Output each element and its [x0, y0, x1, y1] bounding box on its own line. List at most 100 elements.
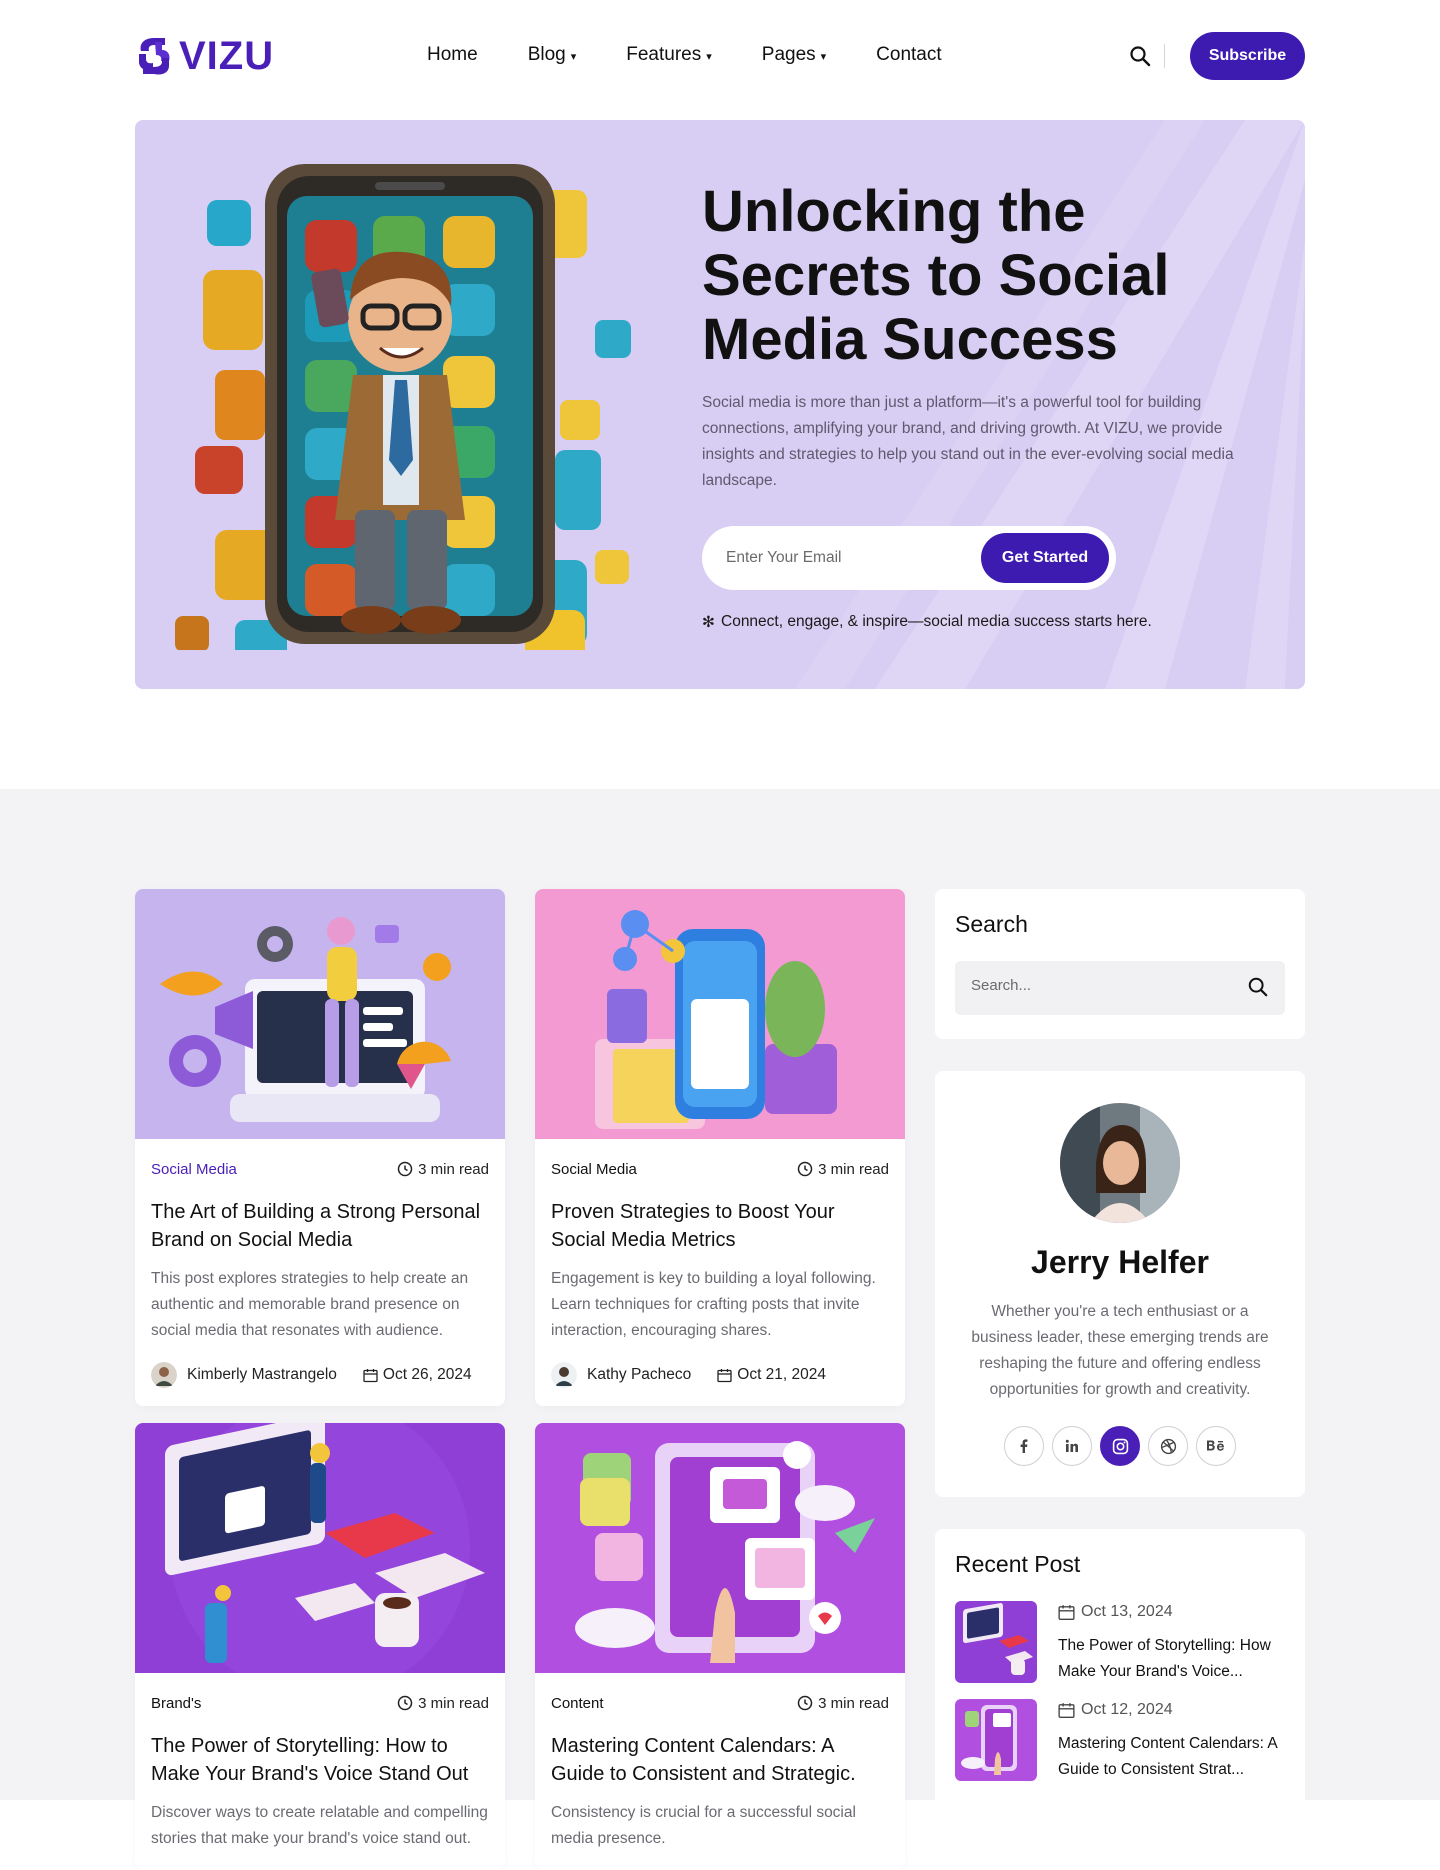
logo[interactable]: VIZU	[135, 36, 274, 76]
chevron-down-icon: ▾	[706, 51, 712, 63]
post-excerpt: Engagement is key to building a loyal fo…	[551, 1270, 876, 1339]
post-meta: Social Media 3 min read	[551, 1160, 889, 1178]
recent-post-thumbnail[interactable]	[955, 1699, 1037, 1781]
nav-pages-label: Pages	[761, 44, 816, 65]
nav-blog[interactable]: Blog ▾	[528, 44, 577, 66]
recent-post-date-label: Oct 12, 2024	[1081, 1701, 1173, 1718]
instagram-icon[interactable]	[1100, 1426, 1140, 1466]
search-widget-title: Search	[955, 911, 1028, 937]
post-footer: Kimberly Mastrangelo Oct 26, 2024	[151, 1362, 489, 1388]
email-signup-form: Get Started	[702, 526, 1116, 590]
post-meta: Social Media 3 min read	[151, 1160, 489, 1178]
post-date-label: Oct 21, 2024	[737, 1366, 827, 1383]
profile-avatar	[1060, 1103, 1180, 1223]
facebook-icon[interactable]	[1004, 1426, 1044, 1466]
email-input[interactable]	[726, 546, 966, 570]
hero-banner: Unlocking the Secrets to Social Media Su…	[135, 120, 1305, 689]
sidebar-search-box	[955, 961, 1285, 1015]
sidebar-search-input[interactable]	[971, 977, 1231, 994]
nav-contact[interactable]: Contact	[876, 44, 941, 66]
linkedin-icon[interactable]	[1052, 1426, 1092, 1466]
post-category[interactable]: Content	[551, 1695, 604, 1712]
author-avatar[interactable]	[551, 1362, 577, 1388]
post-category[interactable]: Social Media	[151, 1161, 237, 1178]
post-card[interactable]: Brand's 3 min read The Power of Storytel…	[135, 1423, 505, 1870]
post-category[interactable]: Brand's	[151, 1695, 201, 1712]
post-card[interactable]: Social Media 3 min read The Art of Build…	[135, 889, 505, 1406]
post-image[interactable]	[135, 889, 505, 1139]
hero-title: Unlocking the Secrets to Social Media Su…	[702, 179, 1170, 372]
clock-icon	[397, 1161, 413, 1177]
read-time: 3 min read	[797, 1161, 889, 1178]
post-date: Oct 26, 2024	[363, 1366, 472, 1384]
search-icon[interactable]	[1128, 44, 1152, 68]
post-excerpt: This post explores strategies to help cr…	[151, 1270, 469, 1339]
post-meta: Content 3 min read	[551, 1694, 889, 1712]
chevron-down-icon: ▾	[570, 51, 577, 63]
post-title[interactable]: The Power of Storytelling: How to Make Y…	[151, 1732, 489, 1788]
calendar-icon	[1058, 1702, 1075, 1718]
post-title[interactable]: The Art of Building a Strong Personal Br…	[151, 1198, 489, 1254]
read-time-label: 3 min read	[418, 1694, 489, 1712]
post-image[interactable]	[535, 889, 905, 1139]
get-started-button[interactable]: Get Started	[981, 533, 1109, 583]
profile-name: Jerry Helfer	[1031, 1244, 1209, 1280]
dribbble-icon[interactable]	[1148, 1426, 1188, 1466]
post-title[interactable]: Proven Strategies to Boost Your Social M…	[551, 1198, 889, 1254]
subscribe-button[interactable]: Subscribe	[1190, 32, 1305, 80]
clock-icon	[397, 1695, 413, 1711]
site-header: VIZU Home Blog ▾ Features ▾ Pages ▾ Contact…	[0, 0, 1440, 112]
hero-description: Social media is more than just a platfor…	[702, 394, 1234, 489]
social-links	[1004, 1426, 1236, 1466]
post-category[interactable]: Social Media	[551, 1161, 637, 1178]
author-name[interactable]: Kathy Pacheco	[587, 1366, 691, 1384]
nav-home[interactable]: Home	[427, 44, 478, 66]
profile-bio: Whether you're a tech enthusiast or a bu…	[971, 1303, 1269, 1398]
nav-pages[interactable]: Pages ▾	[762, 44, 826, 66]
recent-post-item[interactable]: Oct 12, 2024 Mastering Content Calendars…	[955, 1699, 1285, 1781]
nav-blog-label: Blog	[527, 44, 566, 65]
hero-phone-illustration	[175, 164, 631, 650]
logo-text: VIZU	[179, 34, 275, 78]
post-excerpt: Consistency is crucial for a successful …	[551, 1804, 856, 1847]
calendar-icon	[363, 1368, 378, 1382]
recent-post-title[interactable]: Mastering Content Calendars: A Guide to …	[1058, 1731, 1288, 1783]
post-title[interactable]: Mastering Content Calendars: A Guide to …	[551, 1732, 889, 1788]
recent-posts-title: Recent Post	[955, 1551, 1081, 1577]
hero-note: ✻ Connect, engage, & inspire—social medi…	[702, 613, 1152, 632]
post-card[interactable]: Content 3 min read Mastering Content Cal…	[535, 1423, 905, 1870]
hero-note-text: Connect, engage, & inspire—social media …	[721, 613, 1152, 630]
recent-post-date: Oct 12, 2024	[1058, 1701, 1173, 1719]
read-time-label: 3 min read	[818, 1160, 889, 1178]
post-card[interactable]: Social Media 3 min read Proven Strategie…	[535, 889, 905, 1406]
post-meta: Brand's 3 min read	[151, 1694, 489, 1712]
post-date-label: Oct 26, 2024	[382, 1366, 472, 1383]
search-widget: Search	[935, 889, 1305, 1039]
recent-post-item[interactable]: Oct 13, 2024 The Power of Storytelling: …	[955, 1601, 1285, 1683]
recent-post-date: Oct 13, 2024	[1058, 1603, 1173, 1621]
post-excerpt: Discover ways to create relatable and co…	[151, 1804, 488, 1847]
clock-icon	[797, 1695, 813, 1711]
calendar-icon	[1058, 1604, 1075, 1620]
author-avatar[interactable]	[151, 1362, 177, 1388]
nav-contact-label: Contact	[876, 44, 942, 65]
nav-features[interactable]: Features ▾	[626, 44, 712, 66]
read-time: 3 min read	[797, 1695, 889, 1712]
clock-icon	[797, 1161, 813, 1177]
recent-post-title[interactable]: The Power of Storytelling: How Make Your…	[1058, 1633, 1288, 1685]
behance-icon[interactable]	[1196, 1426, 1236, 1466]
post-image[interactable]	[135, 1423, 505, 1698]
logo-mark-icon	[139, 38, 170, 75]
search-icon[interactable]	[1247, 976, 1269, 998]
main-nav: Home Blog ▾ Features ▾ Pages ▾ Contact	[427, 44, 942, 66]
read-time: 3 min read	[397, 1161, 489, 1178]
author-name[interactable]: Kimberly Mastrangelo	[187, 1366, 337, 1384]
asterisk-icon: ✻	[702, 614, 715, 631]
author-profile-widget: Jerry Helfer Whether you're a tech enthu…	[935, 1071, 1305, 1497]
nav-home-label: Home	[427, 44, 478, 65]
header-divider	[1164, 44, 1165, 68]
post-image[interactable]	[535, 1423, 905, 1673]
nav-features-label: Features	[626, 44, 702, 65]
post-date: Oct 21, 2024	[717, 1366, 826, 1384]
recent-post-thumbnail[interactable]	[955, 1601, 1037, 1683]
